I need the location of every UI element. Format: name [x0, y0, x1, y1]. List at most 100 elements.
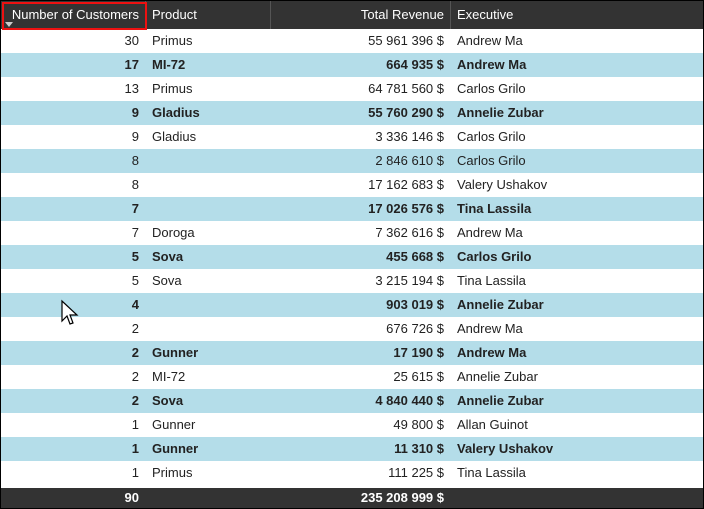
table-row[interactable]: 5Sova3 215 194 $Tina Lassila: [1, 269, 703, 293]
table-row[interactable]: 2Gunner17 190 $Andrew Ma: [1, 341, 703, 365]
cell-product: Doroga: [146, 221, 271, 245]
cell-product: [146, 293, 271, 317]
cell-revenue: 64 781 560 $: [271, 77, 451, 101]
cell-executive: Annelie Zubar: [451, 389, 703, 413]
cell-product: MI-72: [146, 53, 271, 77]
table-row[interactable]: 9Gladius55 760 290 $Annelie Zubar: [1, 101, 703, 125]
column-header-product[interactable]: Product: [146, 1, 271, 29]
table-row[interactable]: 7Doroga7 362 616 $Andrew Ma: [1, 221, 703, 245]
cell-revenue: 11 310 $: [271, 437, 451, 461]
table-row[interactable]: 2Sova4 840 440 $Annelie Zubar: [1, 389, 703, 413]
table-row[interactable]: 13Primus64 781 560 $Carlos Grilo: [1, 77, 703, 101]
cell-revenue: 7 362 616 $: [271, 221, 451, 245]
cell-customers: 2: [1, 365, 146, 389]
table-row[interactable]: 5Sova455 668 $Carlos Grilo: [1, 245, 703, 269]
cell-revenue: 3 215 194 $: [271, 269, 451, 293]
cell-product: Primus: [146, 77, 271, 101]
cell-customers: 9: [1, 125, 146, 149]
table-row[interactable]: 2 676 726 $Andrew Ma: [1, 317, 703, 341]
cell-product: [146, 149, 271, 173]
table-row[interactable]: 1Gunner11 310 $Valery Ushakov: [1, 437, 703, 461]
cell-revenue: 2 846 610 $: [271, 149, 451, 173]
cell-customers: 13: [1, 77, 146, 101]
cell-customers: 5: [1, 245, 146, 269]
cell-customers: 8: [1, 149, 146, 173]
cell-revenue: 3 336 146 $: [271, 125, 451, 149]
cell-revenue: 4 840 440 $: [271, 389, 451, 413]
cell-product: Primus: [146, 29, 271, 53]
cell-product: Sova: [146, 389, 271, 413]
cell-revenue: 903 019 $: [271, 293, 451, 317]
cell-product: Sova: [146, 269, 271, 293]
cell-executive: Carlos Grilo: [451, 125, 703, 149]
cell-customers: 1: [1, 461, 146, 485]
table-footer: 90 235 208 999 $: [1, 488, 703, 508]
cell-product: Gunner: [146, 413, 271, 437]
cell-customers: 17: [1, 53, 146, 77]
table-row[interactable]: 17MI-72664 935 $Andrew Ma: [1, 53, 703, 77]
cell-customers: 30: [1, 29, 146, 53]
table-row[interactable]: 1Gunner49 800 $Allan Guinot: [1, 413, 703, 437]
cell-revenue: 17 026 576 $: [271, 197, 451, 221]
cell-revenue: 676 726 $: [271, 317, 451, 341]
cell-revenue: 55 961 396 $: [271, 29, 451, 53]
cell-revenue: 111 225 $: [271, 461, 451, 485]
cell-revenue: 455 668 $: [271, 245, 451, 269]
table-row[interactable]: 2MI-7225 615 $Annelie Zubar: [1, 365, 703, 389]
cell-customers: 1: [1, 413, 146, 437]
cell-customers: 9: [1, 101, 146, 125]
cell-product: Primus: [146, 461, 271, 485]
cell-revenue: 25 615 $: [271, 365, 451, 389]
cell-customers: 7: [1, 197, 146, 221]
table-body: 30Primus55 961 396 $Andrew Ma17MI-72664 …: [1, 29, 703, 488]
cell-revenue: 664 935 $: [271, 53, 451, 77]
column-header-customers[interactable]: Number of Customers: [1, 1, 146, 29]
cell-executive: Annelie Zubar: [451, 293, 703, 317]
cell-executive: Tina Lassila: [451, 461, 703, 485]
cell-revenue: 55 760 290 $: [271, 101, 451, 125]
cell-executive: Annelie Zubar: [451, 101, 703, 125]
cell-executive: Andrew Ma: [451, 341, 703, 365]
table-row[interactable]: 8 2 846 610 $Carlos Grilo: [1, 149, 703, 173]
cell-executive: Andrew Ma: [451, 53, 703, 77]
cell-product: Gunner: [146, 341, 271, 365]
column-header-revenue[interactable]: Total Revenue: [271, 1, 451, 29]
total-customers: 90: [1, 488, 146, 508]
cell-customers: 1: [1, 437, 146, 461]
cell-executive: Annelie Zubar: [451, 365, 703, 389]
cell-executive: Allan Guinot: [451, 413, 703, 437]
cell-revenue: 17 162 683 $: [271, 173, 451, 197]
cell-customers: 2: [1, 389, 146, 413]
cell-product: Gladius: [146, 101, 271, 125]
cell-customers: 4: [1, 293, 146, 317]
cell-customers: 5: [1, 269, 146, 293]
cell-revenue: 17 190 $: [271, 341, 451, 365]
total-product: [146, 488, 271, 508]
cell-customers: 7: [1, 221, 146, 245]
column-header-executive[interactable]: Executive: [451, 1, 703, 29]
cell-executive: Tina Lassila: [451, 197, 703, 221]
cell-product: [146, 317, 271, 341]
total-executive: [451, 488, 703, 508]
table-header: Number of Customers Product Total Revenu…: [1, 1, 703, 29]
cell-customers: 8: [1, 173, 146, 197]
total-revenue: 235 208 999 $: [271, 488, 451, 508]
cell-product: Sova: [146, 245, 271, 269]
cell-executive: Carlos Grilo: [451, 77, 703, 101]
cell-revenue: 49 800 $: [271, 413, 451, 437]
table-row[interactable]: 7 17 026 576 $Tina Lassila: [1, 197, 703, 221]
cell-product: MI-72: [146, 365, 271, 389]
table-row[interactable]: 4 903 019 $Annelie Zubar: [1, 293, 703, 317]
table-row[interactable]: 30Primus55 961 396 $Andrew Ma: [1, 29, 703, 53]
cell-product: [146, 197, 271, 221]
cell-customers: 2: [1, 317, 146, 341]
cell-executive: Tina Lassila: [451, 269, 703, 293]
cell-product: Gunner: [146, 437, 271, 461]
table-row[interactable]: 1Primus111 225 $Tina Lassila: [1, 461, 703, 485]
cell-customers: 2: [1, 341, 146, 365]
table-row[interactable]: 817 162 683 $Valery Ushakov: [1, 173, 703, 197]
cell-executive: Andrew Ma: [451, 317, 703, 341]
cell-executive: Carlos Grilo: [451, 149, 703, 173]
cell-executive: Carlos Grilo: [451, 245, 703, 269]
table-row[interactable]: 9Gladius3 336 146 $Carlos Grilo: [1, 125, 703, 149]
